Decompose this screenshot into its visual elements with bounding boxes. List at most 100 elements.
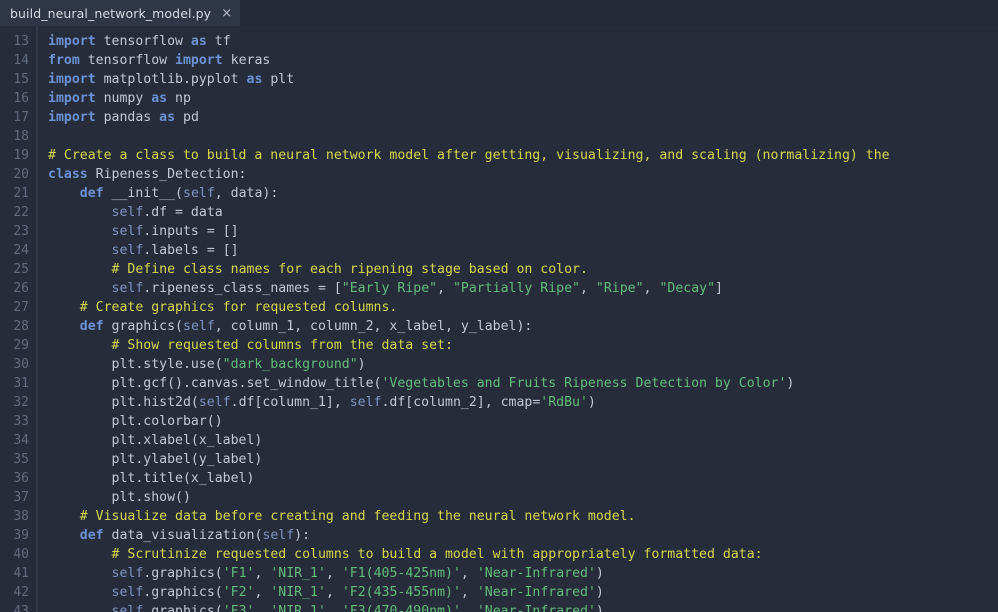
code-token-plain: pandas <box>96 110 160 125</box>
code-token-plain: , <box>254 585 270 600</box>
code-token-plain <box>48 205 112 220</box>
code-token-str: 'F2' <box>223 585 255 600</box>
line-number-gutter: 1314151617181920212223242526272829303132… <box>0 26 38 612</box>
code-token-com: # Visualize data before creating and fee… <box>80 509 636 524</box>
line-number: 35 <box>0 450 36 469</box>
code-line[interactable]: from tensorflow import keras <box>48 51 998 70</box>
code-token-com: # Create graphics for requested columns. <box>80 300 398 315</box>
code-token-plain: plt.gcf().canvas.set_window_title( <box>48 376 381 391</box>
code-token-self: self <box>262 528 294 543</box>
code-token-plain: , data): <box>215 186 279 201</box>
code-token-plain: , <box>254 566 270 581</box>
code-line[interactable]: plt.style.use("dark_background") <box>48 355 998 374</box>
code-token-str: "Partially Ripe" <box>453 281 580 296</box>
code-line[interactable]: def graphics(self, column_1, column_2, x… <box>48 317 998 336</box>
line-number: 37 <box>0 488 36 507</box>
code-token-plain: .df[column_2], cmap= <box>381 395 540 410</box>
code-line[interactable]: import matplotlib.pyplot as plt <box>48 70 998 89</box>
code-token-plain: .inputs = [] <box>143 224 238 239</box>
line-number: 21 <box>0 184 36 203</box>
code-token-self: self <box>183 186 215 201</box>
code-line[interactable]: # Create graphics for requested columns. <box>48 298 998 317</box>
line-number: 33 <box>0 412 36 431</box>
code-line[interactable]: self.inputs = [] <box>48 222 998 241</box>
code-line[interactable]: self.labels = [] <box>48 241 998 260</box>
code-token-str: 'F3' <box>223 604 255 612</box>
code-token-plain: graphics( <box>104 319 183 334</box>
code-token-plain: , <box>437 281 453 296</box>
code-line[interactable]: plt.colorbar() <box>48 412 998 431</box>
code-line[interactable] <box>48 127 998 146</box>
code-token-plain: plt.show() <box>48 490 191 505</box>
code-token-str: "Early Ripe" <box>342 281 437 296</box>
tab-bar-empty-space <box>241 0 998 26</box>
code-token-plain: , <box>644 281 660 296</box>
code-line[interactable]: plt.title(x_label) <box>48 469 998 488</box>
code-line[interactable]: # Visualize data before creating and fee… <box>48 507 998 526</box>
code-line[interactable]: # Create a class to build a neural netwo… <box>48 146 998 165</box>
code-token-self: self <box>112 205 144 220</box>
code-token-str: "Ripe" <box>596 281 644 296</box>
line-number: 15 <box>0 70 36 89</box>
code-line[interactable]: def __init__(self, data): <box>48 184 998 203</box>
code-token-com: # Show requested columns from the data s… <box>112 338 453 353</box>
code-line[interactable]: plt.gcf().canvas.set_window_title('Veget… <box>48 374 998 393</box>
code-editor[interactable]: 1314151617181920212223242526272829303132… <box>0 26 998 612</box>
code-token-plain: .graphics( <box>143 566 222 581</box>
line-number: 43 <box>0 602 36 612</box>
code-token-plain: , <box>326 604 342 612</box>
code-line[interactable]: import tensorflow as tf <box>48 32 998 51</box>
code-token-str: 'Near-Infrared' <box>477 585 596 600</box>
close-icon[interactable]: × <box>220 7 233 20</box>
code-token-plain: Ripeness_Detection: <box>88 167 247 182</box>
code-token-str: 'RdBu' <box>540 395 588 410</box>
code-token-str: 'F2(435-455nm)' <box>342 585 461 600</box>
code-line[interactable]: class Ripeness_Detection: <box>48 165 998 184</box>
code-token-plain <box>48 319 80 334</box>
code-line[interactable]: self.graphics('F1', 'NIR_1', 'F1(405-425… <box>48 564 998 583</box>
code-line[interactable]: plt.ylabel(y_label) <box>48 450 998 469</box>
code-line[interactable]: # Scrutinize requested columns to build … <box>48 545 998 564</box>
code-line[interactable]: import pandas as pd <box>48 108 998 127</box>
code-line[interactable]: # Show requested columns from the data s… <box>48 336 998 355</box>
code-token-plain: .df = data <box>143 205 222 220</box>
code-token-kw: as <box>151 91 167 106</box>
code-token-self: self <box>112 281 144 296</box>
code-line[interactable]: def data_visualization(self): <box>48 526 998 545</box>
line-number: 22 <box>0 203 36 222</box>
code-line[interactable]: self.ripeness_class_names = ["Early Ripe… <box>48 279 998 298</box>
code-token-kw: as <box>247 72 263 87</box>
code-token-plain: data_visualization( <box>104 528 263 543</box>
code-line[interactable]: self.df = data <box>48 203 998 222</box>
code-token-plain <box>48 262 112 277</box>
code-token-plain <box>48 338 112 353</box>
code-token-com: # Scrutinize requested columns to build … <box>112 547 763 562</box>
line-number: 36 <box>0 469 36 488</box>
line-number: 38 <box>0 507 36 526</box>
code-token-plain: .labels = [] <box>143 243 238 258</box>
line-number: 27 <box>0 298 36 317</box>
code-token-kw: from <box>48 53 80 68</box>
code-token-plain: , <box>326 566 342 581</box>
code-token-self: self <box>350 395 382 410</box>
code-line[interactable]: plt.hist2d(self.df[column_1], self.df[co… <box>48 393 998 412</box>
code-token-plain: plt.xlabel(x_label) <box>48 433 262 448</box>
code-line[interactable]: plt.show() <box>48 488 998 507</box>
code-token-kw: as <box>191 34 207 49</box>
code-line[interactable]: plt.xlabel(x_label) <box>48 431 998 450</box>
code-line[interactable]: self.graphics('F2', 'NIR_1', 'F2(435-455… <box>48 583 998 602</box>
code-token-plain: ) <box>588 395 596 410</box>
code-token-plain <box>48 243 112 258</box>
code-line[interactable]: # Define class names for each ripening s… <box>48 260 998 279</box>
code-token-plain: , column_1, column_2, x_label, y_label): <box>215 319 533 334</box>
tab-build-neural-network-model-py[interactable]: build_neural_network_model.py × <box>0 0 241 26</box>
code-token-com: # Define class names for each ripening s… <box>112 262 588 277</box>
code-token-plain <box>48 224 112 239</box>
code-token-str: "dark_background" <box>223 357 358 372</box>
code-line[interactable]: import numpy as np <box>48 89 998 108</box>
code-token-plain: .graphics( <box>143 604 222 612</box>
code-line[interactable]: self.graphics('F3', 'NIR_1', 'F3(470-490… <box>48 602 998 612</box>
code-token-plain: plt.title(x_label) <box>48 471 254 486</box>
code-token-plain: , <box>461 566 477 581</box>
code-content[interactable]: import tensorflow as tffrom tensorflow i… <box>38 26 998 612</box>
